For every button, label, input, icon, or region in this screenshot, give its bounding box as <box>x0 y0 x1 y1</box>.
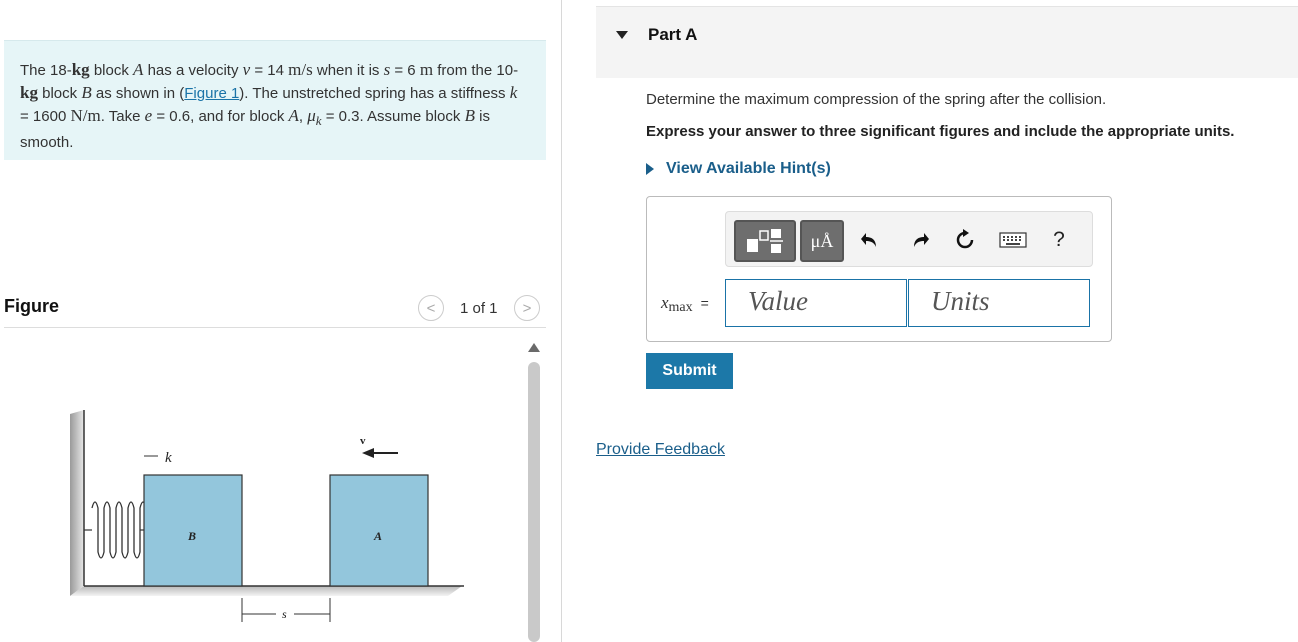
caret-down-icon <box>616 31 628 39</box>
velocity-label: v <box>360 435 366 447</box>
hint-label: View Available Hint(s) <box>666 160 831 177</box>
redo-icon <box>914 233 929 247</box>
units-input[interactable]: Units <box>908 279 1090 327</box>
undo-button[interactable] <box>858 226 884 254</box>
next-figure-button[interactable]: > <box>514 295 540 321</box>
templates-icon <box>747 229 783 253</box>
figure-link[interactable]: Figure 1 <box>184 85 239 102</box>
floor <box>70 586 462 596</box>
figure-scrollbar[interactable] <box>528 362 540 642</box>
panel-divider <box>561 0 562 642</box>
help-icon: ? <box>1053 228 1065 251</box>
part-a-header[interactable]: Part A <box>596 6 1298 78</box>
scroll-up-arrow[interactable] <box>528 343 540 352</box>
previous-figure-button[interactable]: < <box>418 295 444 321</box>
part-title: Part A <box>648 25 698 44</box>
spring-label: k <box>165 450 172 466</box>
units-button[interactable]: μÅ <box>800 220 844 262</box>
question-instruction: Express your answer to three significant… <box>646 123 1235 140</box>
templates-button[interactable] <box>734 220 796 262</box>
problem-statement: The 18-kg block A has a velocity v = 14 … <box>4 40 546 160</box>
view-hints-link[interactable]: View Available Hint(s) <box>646 160 831 178</box>
figure-title: Figure <box>4 296 60 316</box>
keyboard-icon <box>999 232 1027 248</box>
figure-header: Figure < 1 of 1 > <box>4 292 546 328</box>
undo-icon <box>861 233 876 247</box>
math-toolbar: μÅ ? <box>725 211 1093 267</box>
caret-right-icon <box>646 163 654 175</box>
help-button[interactable]: ? <box>1046 226 1072 254</box>
answer-box: μÅ ? xmax = Value Units <box>646 196 1112 342</box>
velocity-arrow <box>362 448 398 458</box>
block-b-label: B <box>187 529 196 543</box>
block-a-label: A <box>373 529 382 543</box>
provide-feedback-link[interactable]: Provide Feedback <box>596 441 725 459</box>
question-text: Determine the maximum compression of the… <box>646 91 1107 108</box>
variable-label: xmax = <box>661 293 709 315</box>
value-input[interactable]: Value <box>725 279 907 327</box>
keyboard-button[interactable] <box>998 226 1028 254</box>
redo-button[interactable] <box>906 226 932 254</box>
chevron-left-icon: < <box>426 299 436 317</box>
figure-pager: 1 of 1 <box>460 300 498 317</box>
reset-button[interactable] <box>952 226 978 254</box>
reset-icon <box>956 229 974 249</box>
spring <box>84 501 147 559</box>
chevron-right-icon: > <box>522 299 532 317</box>
submit-button[interactable]: Submit <box>646 353 733 389</box>
figure-diagram: k B A v s <box>70 410 464 622</box>
wall <box>70 410 84 596</box>
units-icon: μÅ <box>810 230 834 251</box>
dimension-s-label: s <box>282 607 287 621</box>
